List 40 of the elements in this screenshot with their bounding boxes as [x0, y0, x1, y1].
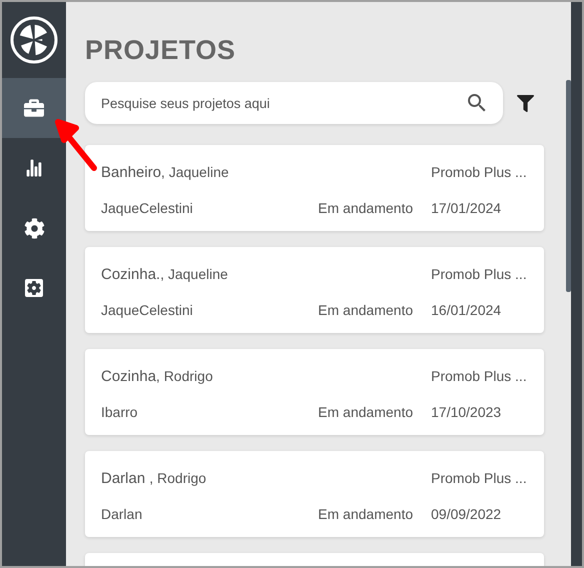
- project-user: JaqueCelestini: [101, 200, 193, 216]
- project-software: Promob Plus ...: [430, 367, 527, 385]
- project-room: Cozinha.: [101, 266, 160, 283]
- page-title: PROJETOS: [85, 34, 237, 67]
- filter-icon[interactable]: [517, 94, 534, 112]
- project-card[interactable]: Darlan , Rodrigo Promob Plus ... Darlan Em andamento 09/09/2022: [85, 451, 544, 537]
- project-card[interactable]: Cozinha., Jaqueline Promob Plus ... JaqueCelestini Em andamento 16/01/2024: [85, 247, 544, 333]
- project-status: Em andamento: [318, 302, 413, 318]
- project-date: 09/09/2022: [430, 506, 502, 522]
- logo-icon: [9, 15, 59, 65]
- project-room: Darlan: [101, 470, 146, 487]
- project-client: , Rodrigo: [156, 368, 213, 384]
- project-room: Cozinha: [101, 368, 156, 385]
- project-room: Banheiro: [101, 164, 162, 181]
- annotation-arrow: [54, 118, 98, 172]
- project-status: Em andamento: [318, 506, 413, 522]
- settings-icon: [24, 218, 44, 238]
- bar-chart-icon: [25, 159, 43, 177]
- project-card[interactable]: Banheiro, Jaqueline Promob Plus ... JaqueCelestini Em andamento 17/01/2024: [85, 145, 544, 231]
- project-software: Promob Plus ...: [430, 265, 527, 283]
- project-user: Ibarro: [101, 404, 138, 420]
- project-date: 17/01/2024: [430, 200, 502, 216]
- search-input[interactable]: Pesquise seus projetos aqui: [99, 94, 465, 112]
- project-date: 16/01/2024: [430, 302, 502, 318]
- project-client: , Jaqueline: [160, 266, 228, 282]
- project-software: Promob Plus ...: [430, 469, 527, 487]
- project-client: , Rodrigo: [149, 470, 206, 486]
- project-status: Em andamento: [318, 404, 413, 420]
- sidebar-nav-item[interactable]: [2, 78, 66, 138]
- project-software: Promob Plus ...: [430, 163, 527, 181]
- briefcase-icon: [24, 98, 44, 118]
- project-user: Darlan: [101, 506, 142, 522]
- project-date: 17/10/2023: [430, 404, 502, 420]
- scrollbar-thumb[interactable]: [566, 80, 571, 292]
- project-card[interactable]: Cozinha, Rodrigo Promob Plus ... Ibarro Em andamento 17/10/2023: [85, 349, 544, 435]
- project-user: JaqueCelestini: [101, 302, 193, 318]
- settings-panel-icon: [22, 276, 46, 300]
- project-client: , Jaqueline: [161, 164, 229, 180]
- project-status: Em andamento: [318, 200, 413, 216]
- search-bar[interactable]: Pesquise seus projetos aqui: [85, 82, 503, 124]
